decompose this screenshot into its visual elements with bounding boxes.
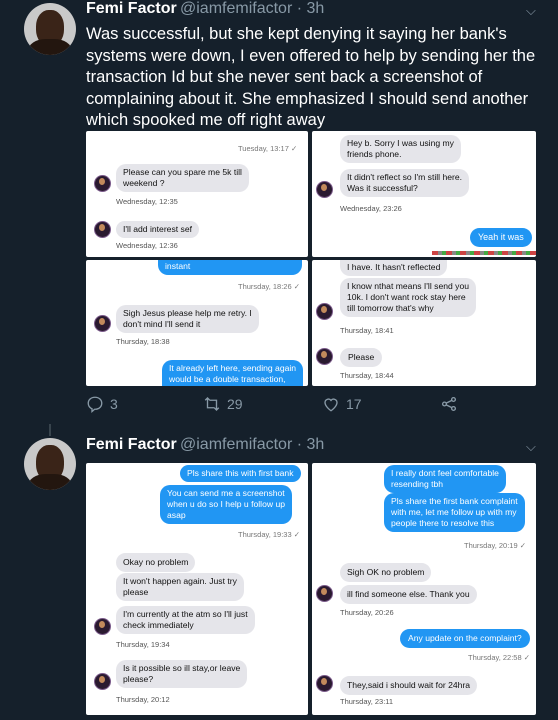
retweet-icon bbox=[204, 397, 220, 411]
chat-bubble: I really dont feel comfortable resending … bbox=[384, 465, 506, 493]
author-name[interactable]: Femi Factor bbox=[86, 0, 177, 18]
contact-avatar bbox=[316, 181, 333, 198]
contact-avatar bbox=[316, 675, 333, 692]
contact-avatar bbox=[94, 221, 111, 238]
reply-count: 3 bbox=[110, 396, 118, 412]
chat-bubble: I know nthat means I'll send you 10k. I d… bbox=[340, 278, 477, 317]
timestamp: Thursday, 18:44 bbox=[340, 371, 394, 380]
like-count: 17 bbox=[346, 396, 362, 412]
chat-bubble: It won't happen again. Just try please bbox=[116, 573, 244, 601]
timestamp: Thursday, 18:26 ✓ bbox=[238, 282, 301, 291]
timestamp: Tuesday, 13:17 ✓ bbox=[238, 144, 298, 153]
chat-bubble: I have. It hasn't reflected bbox=[340, 260, 448, 276]
contact-avatar bbox=[316, 348, 333, 365]
screenshot-chat-d[interactable]: I have. It hasn't reflected I know nthat… bbox=[312, 260, 536, 386]
heart-icon bbox=[324, 398, 338, 412]
chat-bubble: It didn't reflect so I'm still here. Was … bbox=[340, 169, 470, 197]
chat-bubble: Yeah it was bbox=[470, 228, 532, 247]
retweet-count: 29 bbox=[227, 396, 243, 412]
contact-avatar bbox=[94, 618, 111, 635]
chat-bubble: I'll add interest sef bbox=[116, 221, 199, 238]
chat-bubble: instant bbox=[158, 260, 302, 275]
chat-bubble: Any update on the complaint? bbox=[400, 629, 530, 648]
timestamp: Thursday, 22:58 ✓ bbox=[468, 653, 531, 662]
chat-bubble: Pls share this with first bank bbox=[180, 465, 301, 482]
screenshot-chat-a[interactable]: Tuesday, 13:17 ✓ Please can you spare me… bbox=[86, 131, 308, 257]
chat-bubble: Sigh OK no problem bbox=[340, 563, 432, 582]
contact-avatar bbox=[94, 315, 111, 332]
avatar[interactable] bbox=[24, 438, 76, 490]
chat-bubble: I'm currently at the atm so I'll just che… bbox=[116, 606, 255, 634]
contact-avatar bbox=[94, 673, 111, 690]
chat-bubble: You can send me a screenshot when u do so… bbox=[160, 485, 293, 524]
timestamp: Wednesday, 23:26 bbox=[340, 204, 402, 213]
contact-avatar bbox=[316, 585, 333, 602]
timestamp: Thursday, 20:26 bbox=[340, 608, 394, 617]
chat-bubble: ill find someone else. Thank you bbox=[340, 585, 477, 604]
chat-bubble: Is it possible so ill stay,or leave pleas… bbox=[116, 660, 248, 688]
keyboard-strip bbox=[432, 251, 536, 255]
reply-button[interactable]: 3 bbox=[86, 395, 118, 413]
share-icon bbox=[441, 396, 457, 412]
timestamp: Thursday, 19:33 ✓ bbox=[238, 530, 301, 539]
chevron-down-icon[interactable]: ⌵ bbox=[526, 3, 536, 19]
author-handle[interactable]: @iamfemifactor · 3h bbox=[180, 436, 324, 454]
tweet-text: Was successful, but she kept denying it … bbox=[86, 25, 536, 129]
timestamp: Wednesday, 12:35 bbox=[116, 197, 178, 206]
share-button[interactable] bbox=[440, 395, 458, 413]
timestamp: Thursday, 23:11 bbox=[340, 697, 394, 706]
screenshot-chat-c[interactable]: instant Thursday, 18:26 ✓ Sigh Jesus ple… bbox=[86, 260, 308, 386]
author-name[interactable]: Femi Factor bbox=[86, 436, 177, 454]
author-handle[interactable]: @iamfemifactor · 3h bbox=[180, 0, 324, 18]
timestamp: Thursday, 20:12 bbox=[116, 695, 170, 704]
avatar[interactable] bbox=[24, 3, 76, 55]
chat-bubble: Pls share the first bank complaint with m… bbox=[384, 493, 525, 532]
timestamp: Wednesday, 12:36 bbox=[116, 241, 178, 250]
chat-bubble: Please bbox=[340, 348, 383, 367]
retweet-button[interactable]: 29 bbox=[203, 395, 243, 413]
chat-bubble: Okay no problem bbox=[116, 553, 196, 572]
chat-bubble: Sigh Jesus please help me retry. Idon't … bbox=[116, 305, 259, 333]
chevron-down-icon[interactable]: ⌵ bbox=[526, 439, 536, 455]
chat-bubble: Hey b. Sorry I was using my friends phone… bbox=[340, 135, 461, 163]
chat-bubble: It already left here, sending again would… bbox=[162, 360, 304, 386]
timestamp: Thursday, 18:41 bbox=[340, 326, 394, 335]
screenshot-chat-b[interactable]: Hey b. Sorry I was using my friends phone… bbox=[312, 131, 536, 257]
chat-bubble: Please can you spare me 5k till weekend ? bbox=[116, 164, 249, 192]
timestamp: Thursday, 18:38 bbox=[116, 337, 170, 346]
thread-line bbox=[49, 424, 51, 436]
screenshot-chat-f[interactable]: I really dont feel comfortable resending … bbox=[312, 463, 536, 715]
contact-avatar bbox=[94, 175, 111, 192]
timestamp: Thursday, 19:34 bbox=[116, 640, 170, 649]
chat-bubble: They,said i should wait for 24hra bbox=[340, 676, 478, 695]
like-button[interactable]: 17 bbox=[322, 395, 362, 413]
contact-avatar bbox=[316, 303, 333, 320]
timestamp: Thursday, 20:19 ✓ bbox=[464, 541, 527, 550]
screenshot-chat-e[interactable]: Pls share this with first bank You can s… bbox=[86, 463, 308, 715]
reply-icon bbox=[87, 396, 103, 413]
